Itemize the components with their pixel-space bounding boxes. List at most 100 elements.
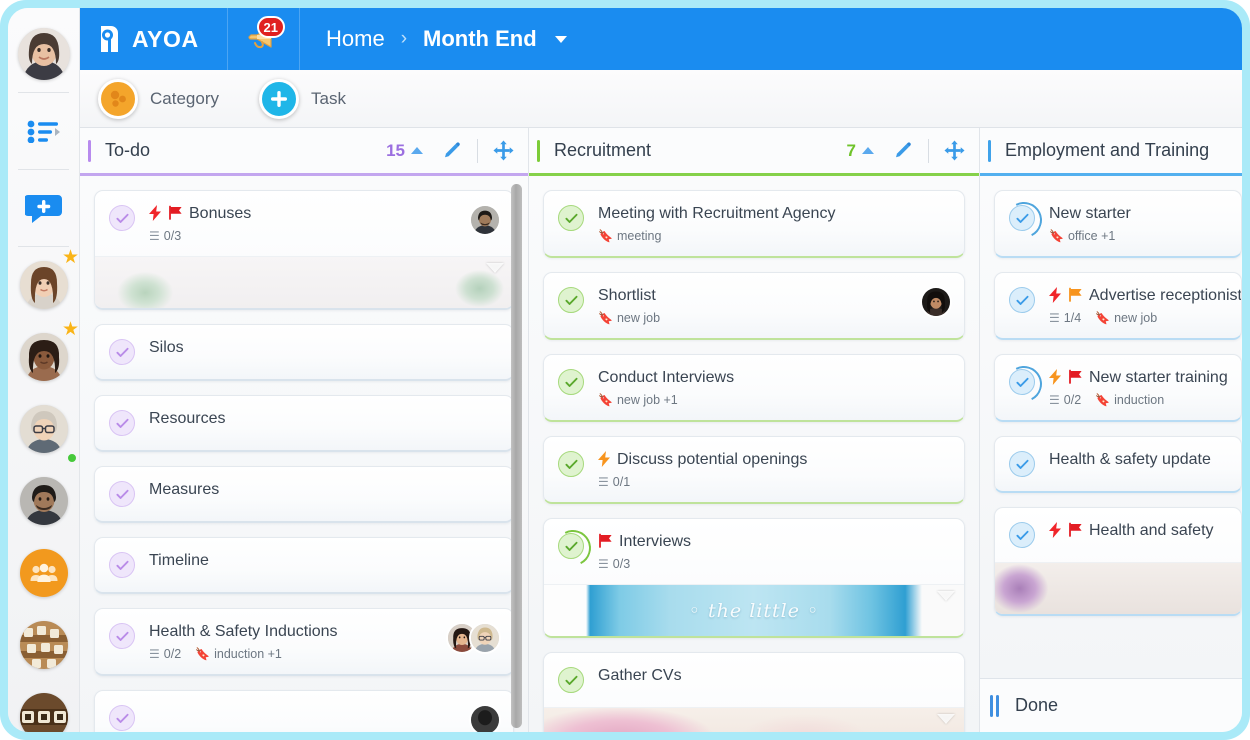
- sidebar-item-member-3[interactable]: [8, 393, 79, 465]
- assignee-avatar[interactable]: [469, 622, 501, 654]
- task-assignees[interactable]: [469, 704, 501, 732]
- current-user-avatar[interactable]: [17, 28, 70, 80]
- task-complete-checkbox[interactable]: [558, 533, 584, 559]
- edit-column-button[interactable]: [890, 141, 916, 161]
- task-card-main[interactable]: New starter 🔖 office +1: [995, 191, 1241, 256]
- task-card[interactable]: New starter training ☰ 0/2 🔖 induction: [994, 354, 1242, 422]
- scrollbar-thumb[interactable]: [511, 184, 522, 728]
- sidebar-item-chat-add[interactable]: [8, 172, 79, 244]
- collapse-image-icon[interactable]: [937, 714, 955, 724]
- member-avatar-online[interactable]: [19, 405, 68, 453]
- add-task-button[interactable]: Task: [258, 78, 346, 119]
- task-card[interactable]: Interviews ☰ 0/3 ◦ the little ◦: [543, 518, 965, 638]
- task-list-icon[interactable]: [22, 111, 66, 151]
- task-complete-checkbox[interactable]: [1009, 451, 1035, 477]
- sidebar-item-task-list[interactable]: [8, 95, 79, 167]
- collapse-image-icon[interactable]: [486, 263, 504, 273]
- member-avatar-starred-1[interactable]: [19, 261, 68, 309]
- sidebar-item-member-5[interactable]: [8, 609, 79, 681]
- task-complete-checkbox[interactable]: [1009, 205, 1035, 231]
- sidebar-item-member-4[interactable]: [8, 465, 79, 537]
- done-section-header[interactable]: Done: [980, 678, 1242, 732]
- task-card[interactable]: New starter 🔖 office +1: [994, 190, 1242, 258]
- task-card-main[interactable]: Measures: [95, 467, 513, 521]
- task-card-main[interactable]: Discuss potential openings ☰ 0/1: [544, 437, 964, 502]
- task-assignees[interactable]: [920, 286, 952, 318]
- task-complete-checkbox[interactable]: [109, 481, 135, 507]
- task-complete-checkbox[interactable]: [109, 410, 135, 436]
- notifications-button[interactable]: 21: [228, 8, 300, 70]
- task-assignees[interactable]: [446, 622, 501, 654]
- task-card-main[interactable]: Timeline: [95, 538, 513, 592]
- task-card[interactable]: Timeline: [94, 537, 514, 594]
- task-card[interactable]: Health & safety update: [994, 436, 1242, 493]
- task-card[interactable]: Gather CVs: [543, 652, 965, 732]
- task-card-main[interactable]: Interviews ☰ 0/3: [544, 519, 964, 584]
- brand-logo[interactable]: AYOA: [80, 8, 228, 70]
- task-card[interactable]: Bonuses ☰ 0/3: [94, 190, 514, 310]
- task-card[interactable]: Discuss potential openings ☰ 0/1: [543, 436, 965, 504]
- task-assignees[interactable]: [469, 204, 501, 236]
- collapse-caret-icon[interactable]: [411, 147, 423, 154]
- task-complete-checkbox[interactable]: [109, 205, 135, 231]
- column-body-employment[interactable]: New starter 🔖 office +1 Advertise recept…: [980, 176, 1242, 678]
- task-card-main[interactable]: Resources: [95, 396, 513, 450]
- task-card[interactable]: Measures: [94, 466, 514, 523]
- task-card-main[interactable]: Conduct Interviews 🔖 new job +1: [544, 355, 964, 420]
- task-complete-checkbox[interactable]: [558, 287, 584, 313]
- category-icon[interactable]: [98, 78, 138, 119]
- task-card-main[interactable]: Meeting with Recruitment Agency 🔖 meetin…: [544, 191, 964, 256]
- assignee-avatar[interactable]: [920, 286, 952, 318]
- task-complete-checkbox[interactable]: [1009, 369, 1035, 395]
- chevron-down-icon[interactable]: [554, 35, 567, 43]
- task-card-main[interactable]: Bonuses ☰ 0/3: [95, 191, 513, 256]
- task-card-main[interactable]: [95, 691, 513, 732]
- task-card-main[interactable]: New starter training ☰ 0/2 🔖 induction: [995, 355, 1241, 420]
- task-card[interactable]: Health & Safety Inductions ☰ 0/2 🔖 induc…: [94, 608, 514, 676]
- sidebar-item-current-user[interactable]: [8, 18, 79, 90]
- sidebar-item-member-6[interactable]: [8, 681, 79, 732]
- member-avatar-starred-2[interactable]: [19, 333, 68, 381]
- task-card-main[interactable]: Shortlist 🔖 new job: [544, 273, 964, 338]
- task-card[interactable]: Advertise receptionist ☰ 1/4 🔖 new job: [994, 272, 1242, 340]
- task-complete-checkbox[interactable]: [109, 552, 135, 578]
- breadcrumb-home[interactable]: Home: [326, 26, 385, 52]
- move-column-handle[interactable]: [941, 140, 967, 161]
- task-card[interactable]: Meeting with Recruitment Agency 🔖 meetin…: [543, 190, 965, 258]
- task-complete-checkbox[interactable]: [1009, 287, 1035, 313]
- task-complete-checkbox[interactable]: [109, 705, 135, 731]
- collapse-caret-icon[interactable]: [862, 147, 874, 154]
- task-card-main[interactable]: Silos: [95, 325, 513, 379]
- column-body-recruitment[interactable]: Meeting with Recruitment Agency 🔖 meetin…: [529, 176, 979, 732]
- task-complete-checkbox[interactable]: [109, 339, 135, 365]
- plus-icon[interactable]: [258, 78, 299, 119]
- task-card[interactable]: Health and safety: [994, 507, 1242, 616]
- column-scrollbar[interactable]: [511, 184, 522, 728]
- sidebar-item-member-2[interactable]: ★: [8, 320, 79, 393]
- task-card[interactable]: Resources: [94, 395, 514, 452]
- edit-column-button[interactable]: [439, 141, 465, 161]
- task-complete-checkbox[interactable]: [558, 667, 584, 693]
- assignee-avatar[interactable]: [469, 704, 501, 732]
- task-complete-checkbox[interactable]: [558, 369, 584, 395]
- sidebar-item-team[interactable]: [8, 537, 79, 609]
- task-complete-checkbox[interactable]: [109, 623, 135, 649]
- task-card-main[interactable]: Health and safety: [995, 508, 1241, 562]
- task-complete-checkbox[interactable]: [558, 205, 584, 231]
- member-avatar-6[interactable]: [19, 693, 68, 732]
- task-card[interactable]: Conduct Interviews 🔖 new job +1: [543, 354, 965, 422]
- team-group-icon[interactable]: [19, 549, 68, 597]
- task-complete-checkbox[interactable]: [558, 451, 584, 477]
- task-card[interactable]: [94, 690, 514, 732]
- assignee-avatar[interactable]: [469, 204, 501, 236]
- task-card-main[interactable]: Gather CVs: [544, 653, 964, 707]
- task-card[interactable]: Silos: [94, 324, 514, 381]
- collapse-image-icon[interactable]: [937, 591, 955, 601]
- move-column-handle[interactable]: [490, 140, 516, 161]
- member-avatar-4[interactable]: [19, 477, 68, 525]
- task-card-main[interactable]: Health & Safety Inductions ☰ 0/2 🔖 induc…: [95, 609, 513, 674]
- add-category-button[interactable]: Category: [98, 78, 219, 119]
- chat-add-icon[interactable]: [22, 188, 66, 228]
- sidebar-item-member-1[interactable]: ★: [8, 248, 79, 321]
- task-card-main[interactable]: Advertise receptionist ☰ 1/4 🔖 new job: [995, 273, 1241, 338]
